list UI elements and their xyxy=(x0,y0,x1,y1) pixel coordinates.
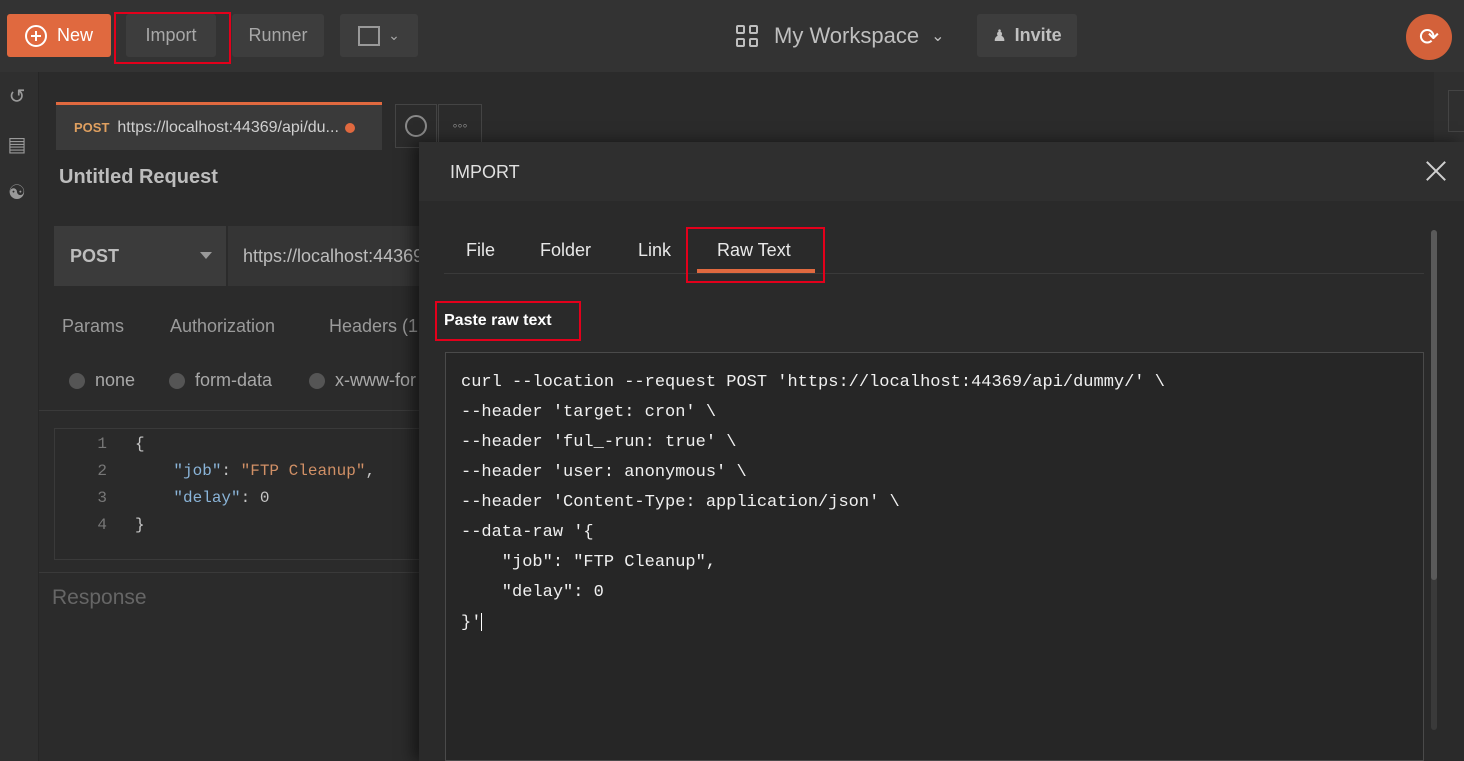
method-value: POST xyxy=(70,245,120,266)
raw-line-9: }' xyxy=(461,613,482,633)
unsaved-dot xyxy=(344,122,355,133)
add-user-icon: ♟ xyxy=(992,27,1007,45)
workspace-switcher[interactable]: My Workspace ⌄ xyxy=(736,16,944,56)
url-input[interactable]: https://localhost:44369 xyxy=(228,226,428,286)
collections-icon[interactable]: ▤ xyxy=(6,134,28,156)
left-sidebar: ↺ ▤ ☯ xyxy=(0,72,39,761)
import-modal: IMPORT File Folder Link Raw Text Paste r… xyxy=(419,142,1464,761)
tab-params[interactable]: Params xyxy=(62,316,124,337)
method-select[interactable]: POST xyxy=(54,226,226,286)
modal-title: IMPORT xyxy=(450,162,520,182)
apis-icon[interactable]: ☯ xyxy=(6,182,28,204)
scrollbar-thumb[interactable] xyxy=(1431,230,1437,580)
workspace-label: My Workspace xyxy=(774,23,920,48)
runner-button[interactable]: Runner xyxy=(232,14,324,57)
sync-icon[interactable]: ⟳ xyxy=(1406,14,1452,60)
active-tab-indicator xyxy=(697,269,815,273)
text-cursor xyxy=(481,613,483,631)
divider xyxy=(39,410,419,411)
import-button[interactable]: Import xyxy=(126,14,216,57)
tab-method: POST xyxy=(74,120,110,135)
plus-circle-icon xyxy=(24,24,47,47)
request-title: Untitled Request xyxy=(59,166,218,188)
radio-form-data[interactable]: form-data xyxy=(169,370,272,391)
top-header: New Import Runner ⌄ My Workspace ⌄ ♟ Inv… xyxy=(0,0,1464,72)
tab-link[interactable]: Link xyxy=(638,240,671,261)
body-editor[interactable]: 1 { 2 "job": "FTP Cleanup", 3 "delay": 0… xyxy=(54,428,424,560)
tab-authorization[interactable]: Authorization xyxy=(170,316,275,337)
grid-icon xyxy=(736,25,758,47)
tab-divider xyxy=(444,273,1424,274)
new-window-icon xyxy=(358,25,381,46)
tab-url: https://localhost:44369/api/du... xyxy=(117,118,339,136)
chevron-down-icon: ⌄ xyxy=(388,27,400,43)
modal-header: IMPORT xyxy=(419,142,1464,201)
new-window-button[interactable]: ⌄ xyxy=(340,14,418,57)
tab-file[interactable]: File xyxy=(466,240,495,261)
new-button[interactable]: New xyxy=(7,14,111,57)
history-icon[interactable]: ↺ xyxy=(6,86,28,108)
tab-raw-text[interactable]: Raw Text xyxy=(717,240,791,261)
close-icon[interactable] xyxy=(1425,160,1447,182)
invite-button[interactable]: ♟ Invite xyxy=(977,14,1077,57)
radio-x-www-form[interactable]: x-www-for xyxy=(309,370,416,391)
raw-text-input[interactable]: curl --location --request POST 'https://… xyxy=(445,352,1424,761)
invite-label: Invite xyxy=(1014,25,1062,45)
tab-headers[interactable]: Headers (1 xyxy=(329,316,418,337)
request-tab[interactable]: POST https://localhost:44369/api/du... xyxy=(56,102,382,150)
radio-none[interactable]: none xyxy=(69,370,135,391)
paste-label: Paste raw text xyxy=(444,312,552,329)
response-label: Response xyxy=(52,586,147,609)
chevron-down-icon: ⌄ xyxy=(931,28,945,45)
tab-folder[interactable]: Folder xyxy=(540,240,591,261)
plus-circle-icon xyxy=(405,115,427,137)
caret-down-icon xyxy=(200,252,212,259)
new-label: New xyxy=(56,25,93,45)
divider xyxy=(39,572,419,573)
